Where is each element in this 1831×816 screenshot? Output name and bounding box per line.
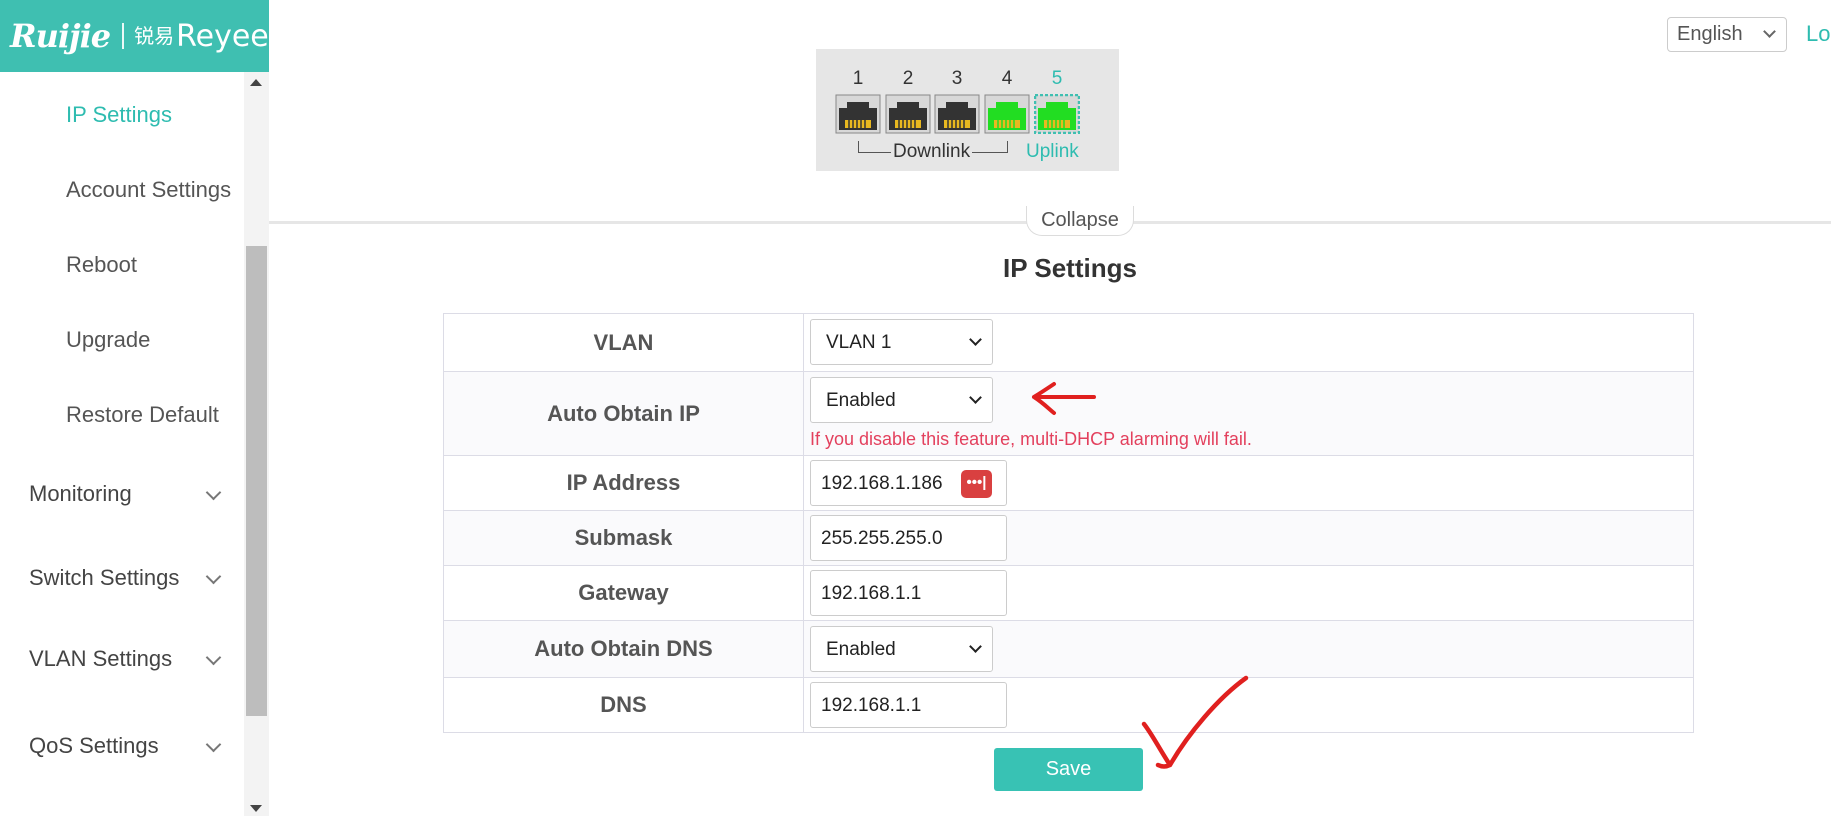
form-row-dns: DNS 192.168.1.1 [444,677,1693,732]
ip-settings-form: VLAN VLAN 1 Auto Obtain IP Enabled If yo… [443,313,1694,733]
port-panel: 1 2 3 4 5 Downlink Uplink [816,49,1119,171]
ip-address-input[interactable]: 192.168.1.186 •••| [810,460,1007,506]
sidebar: Ruijie 锐易Reyee IP Settings Account Setti… [0,0,269,816]
vlan-select[interactable]: VLAN 1 [810,319,993,365]
gateway-value: 192.168.1.1 [821,583,922,604]
form-row-ip-address: IP Address 192.168.1.186 •••| [444,455,1693,510]
language-select[interactable]: English [1667,17,1787,52]
auto-obtain-ip-hint: If you disable this feature, multi-DHCP … [810,429,1252,449]
port-number-2: 2 [902,68,914,89]
ip-address-label: IP Address [444,456,804,510]
dns-label: DNS [444,678,804,732]
form-row-auto-obtain-dns: Auto Obtain DNS Enabled [444,620,1693,677]
logo-ruijie: Ruijie [10,17,111,55]
sidebar-item-ip-settings[interactable]: IP Settings [66,102,172,128]
form-row-vlan: VLAN VLAN 1 [444,314,1693,371]
port-number-3: 3 [951,68,963,89]
auto-obtain-ip-label: Auto Obtain IP [444,372,804,455]
auto-obtain-ip-select[interactable]: Enabled [810,377,993,423]
gateway-label: Gateway [444,566,804,620]
port-number-4: 4 [1001,68,1013,89]
port-4-icon[interactable] [984,94,1030,134]
sidebar-menu: IP Settings Account Settings Reboot Upgr… [0,72,244,816]
logout-link[interactable]: Lo [1806,21,1830,47]
vlan-label: VLAN [444,314,804,371]
chevron-down-icon [969,391,982,404]
chevron-down-icon [205,736,222,753]
logo-reyee-prefix: 锐易 [134,23,175,48]
auto-obtain-dns-select[interactable]: Enabled [810,626,993,672]
form-row-gateway: Gateway 192.168.1.1 [444,565,1693,620]
brand-logo: Ruijie 锐易Reyee [0,0,269,72]
port-3-icon[interactable] [934,94,980,134]
collapse-button[interactable]: Collapse [1026,206,1134,236]
chevron-down-icon [205,649,222,666]
sidebar-group-vlan-settings[interactable]: VLAN Settings [29,646,222,672]
sidebar-group-switch-settings[interactable]: Switch Settings [29,565,222,591]
scroll-up-icon[interactable] [250,79,262,86]
sidebar-item-account-settings[interactable]: Account Settings [66,177,231,203]
uplink-label: Uplink [1026,141,1079,162]
port-5-uplink-icon[interactable] [1034,94,1080,134]
dns-value: 192.168.1.1 [821,695,922,716]
port-1-icon[interactable] [835,94,881,134]
sidebar-scrollbar-thumb[interactable] [246,246,267,716]
form-row-auto-obtain-ip: Auto Obtain IP Enabled If you disable th… [444,371,1693,455]
sidebar-item-restore-default[interactable]: Restore Default [66,402,219,428]
language-select-value: English [1677,23,1743,45]
sidebar-group-label: VLAN Settings [29,646,173,671]
downlink-label: Downlink [891,141,973,163]
submask-input[interactable]: 255.255.255.0 [810,515,1007,561]
sidebar-item-reboot[interactable]: Reboot [66,252,137,278]
port-number-1: 1 [852,68,864,89]
chevron-down-icon [205,484,222,501]
sidebar-group-label: Switch Settings [29,565,180,590]
chevron-down-icon [969,640,982,653]
sidebar-group-qos-settings[interactable]: QoS Settings [29,733,222,759]
logo-separator [122,23,125,49]
sidebar-item-upgrade[interactable]: Upgrade [66,327,150,353]
port-number-5: 5 [1051,68,1063,89]
chevron-down-icon [1763,25,1776,38]
logo-reyee-text: Reyee [176,18,269,54]
scroll-down-icon[interactable] [250,805,262,812]
sidebar-group-monitoring[interactable]: Monitoring [29,481,222,507]
sidebar-group-label: QoS Settings [29,733,159,758]
page-title: IP Settings [1003,253,1137,283]
ip-address-value: 192.168.1.186 [821,473,943,494]
form-row-submask: Submask 255.255.255.0 [444,510,1693,565]
auto-obtain-dns-label: Auto Obtain DNS [444,621,804,677]
auto-obtain-ip-select-value: Enabled [826,390,896,411]
chevron-down-icon [969,333,982,346]
sidebar-group-label: Monitoring [29,481,132,506]
save-button[interactable]: Save [994,748,1143,791]
dns-input[interactable]: 192.168.1.1 [810,682,1007,728]
password-manager-icon[interactable]: •••| [961,470,992,498]
auto-obtain-dns-select-value: Enabled [826,639,896,660]
submask-value: 255.255.255.0 [821,528,943,549]
chevron-down-icon [205,568,222,585]
port-2-icon[interactable] [885,94,931,134]
submask-label: Submask [444,511,804,565]
vlan-select-value: VLAN 1 [826,332,892,353]
logo-reyee: 锐易Reyee [134,19,269,54]
gateway-input[interactable]: 192.168.1.1 [810,570,1007,616]
